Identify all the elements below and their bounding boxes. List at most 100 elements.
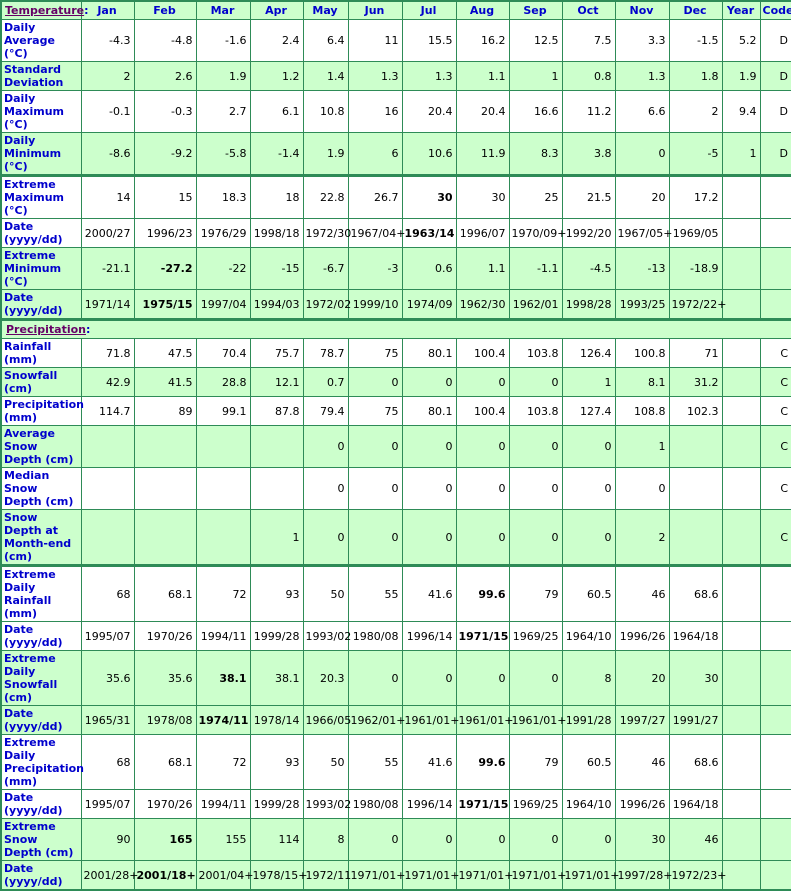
cell-aug: 1.1 [455,247,510,290]
cell-feb [133,467,197,510]
cell-dec [668,509,723,566]
cell-nov: 46 [614,734,670,790]
cell-aug: 0 [455,509,510,566]
cell-jul: 1.3 [401,61,457,91]
cell-code [759,289,791,320]
cell-jan: 71.8 [80,338,135,368]
cell-jan: 1995/07 [80,789,135,819]
cell-dec: 30 [668,650,723,706]
table-row-date-yyyy-dd: Date (yyyy/dd) 2000/27 1996/23 1976/29 1998/… [0,218,791,248]
cell-sep: 1 [508,61,563,91]
cell-apr: 1 [249,509,304,566]
cell-oct: 1992/20 [561,218,616,248]
cell-feb [133,425,197,468]
cell-mar [195,425,251,468]
precipitation-link[interactable]: Precipitation [6,323,86,336]
cell-jan: 1995/07 [80,621,135,651]
cell-code: C [759,396,791,426]
cell-year: 9.4 [721,90,761,133]
precipitation-section-header: Precipitation: [0,318,791,339]
cell-apr: -1.4 [249,132,304,176]
cell-sep: 103.8 [508,396,563,426]
col-header-apr: Apr [249,0,304,20]
cell-jan: 42.9 [80,367,135,397]
cell-may: 1.9 [302,132,349,176]
cell-apr: 2.4 [249,19,304,62]
cell-may: 0.7 [302,367,349,397]
col-header-year: Year [721,0,761,20]
cell-feb: 15 [133,174,197,219]
cell-jun: 0 [347,425,403,468]
cell-apr: 1999/28 [249,789,304,819]
cell-jul: 80.1 [401,338,457,368]
cell-dec: 1969/05 [668,218,723,248]
cell-year [721,367,761,397]
cell-oct: 7.5 [561,19,616,62]
cell-jan: 35.6 [80,650,135,706]
cell-dec: 17.2 [668,174,723,219]
cell-jun: 0 [347,818,403,861]
cell-sep: 1969/25 [508,621,563,651]
cell-jun: 1999/10 [347,289,403,320]
cell-jan: 1971/14 [80,289,135,320]
cell-jun: -3 [347,247,403,290]
cell-apr: 12.1 [249,367,304,397]
cell-feb: 1978/08 [133,705,197,735]
cell-sep: 25 [508,174,563,219]
cell-jan: 2000/27 [80,218,135,248]
cell-dec: 46 [668,818,723,861]
table-row-daily-average-c: Daily Average (°C) -4.3 -4.8 -1.6 2.4 6.4 11 15… [0,19,791,62]
cell-jul: 41.6 [401,734,457,790]
cell-aug: 0 [455,818,510,861]
cell-jan: 2 [80,61,135,91]
cell-code [759,621,791,651]
cell-jul: 1996/14 [401,621,457,651]
cell-code: D [759,19,791,62]
row-label: Average Snow Depth (cm) [0,425,82,468]
cell-may: 0 [302,509,349,566]
cell-mar: 2001/04+ [195,860,253,891]
cell-jul: 0 [401,367,457,397]
cell-feb [133,509,197,566]
cell-dec: 102.3 [668,396,723,426]
cell-jun: 1962/01+ [347,705,405,735]
table-row-snowfall-cm: Snowfall (cm) 42.9 41.5 28.8 12.1 0.7 0 0 0 0 1 8.1… [0,367,791,397]
cell-code [759,860,791,891]
cell-oct: 8 [561,650,616,706]
cell-aug: 1971/15 [455,789,510,819]
cell-apr: 93 [249,564,304,622]
row-label: Snow Depth at Month-end (cm) [0,509,82,566]
cell-jul: 0 [401,467,457,510]
cell-apr: 1999/28 [249,621,304,651]
cell-may: 0 [302,467,349,510]
cell-apr: 114 [249,818,304,861]
cell-jan [80,467,135,510]
cell-may: 8 [302,818,349,861]
cell-may: 50 [302,734,349,790]
cell-sep: 79 [508,564,563,622]
cell-dec: 1.8 [668,61,723,91]
record-value: 1971/15 [458,797,509,811]
cell-sep: 0 [508,650,563,706]
table-row-date-yyyy-dd: Date (yyyy/dd) 1971/14 1975/15 1997/04 1994/… [0,289,791,320]
cell-code [759,818,791,861]
cell-may: 6.4 [302,19,349,62]
record-value: 99.6 [478,587,506,601]
temperature-link[interactable]: Temperature [5,4,84,17]
cell-mar: 2.7 [195,90,251,133]
cell-mar: -1.6 [195,19,251,62]
header-row: Temperature: Jan Feb Mar Apr May Jun Jul… [0,0,791,20]
cell-year: 1.9 [721,61,761,91]
row-label: Extreme Snow Depth (cm) [0,818,82,861]
col-header-oct: Oct [561,0,616,20]
cell-oct: 1998/28 [561,289,616,320]
cell-code: D [759,132,791,176]
cell-may: 20.3 [302,650,349,706]
cell-aug: 0 [455,425,510,468]
cell-mar: 70.4 [195,338,251,368]
cell-jan: 90 [80,818,135,861]
cell-nov: 1997/27 [614,705,670,735]
cell-aug: 1971/01+ [455,860,513,891]
col-header-jul: Jul [401,0,457,20]
record-value: 1971/15 [458,629,509,643]
